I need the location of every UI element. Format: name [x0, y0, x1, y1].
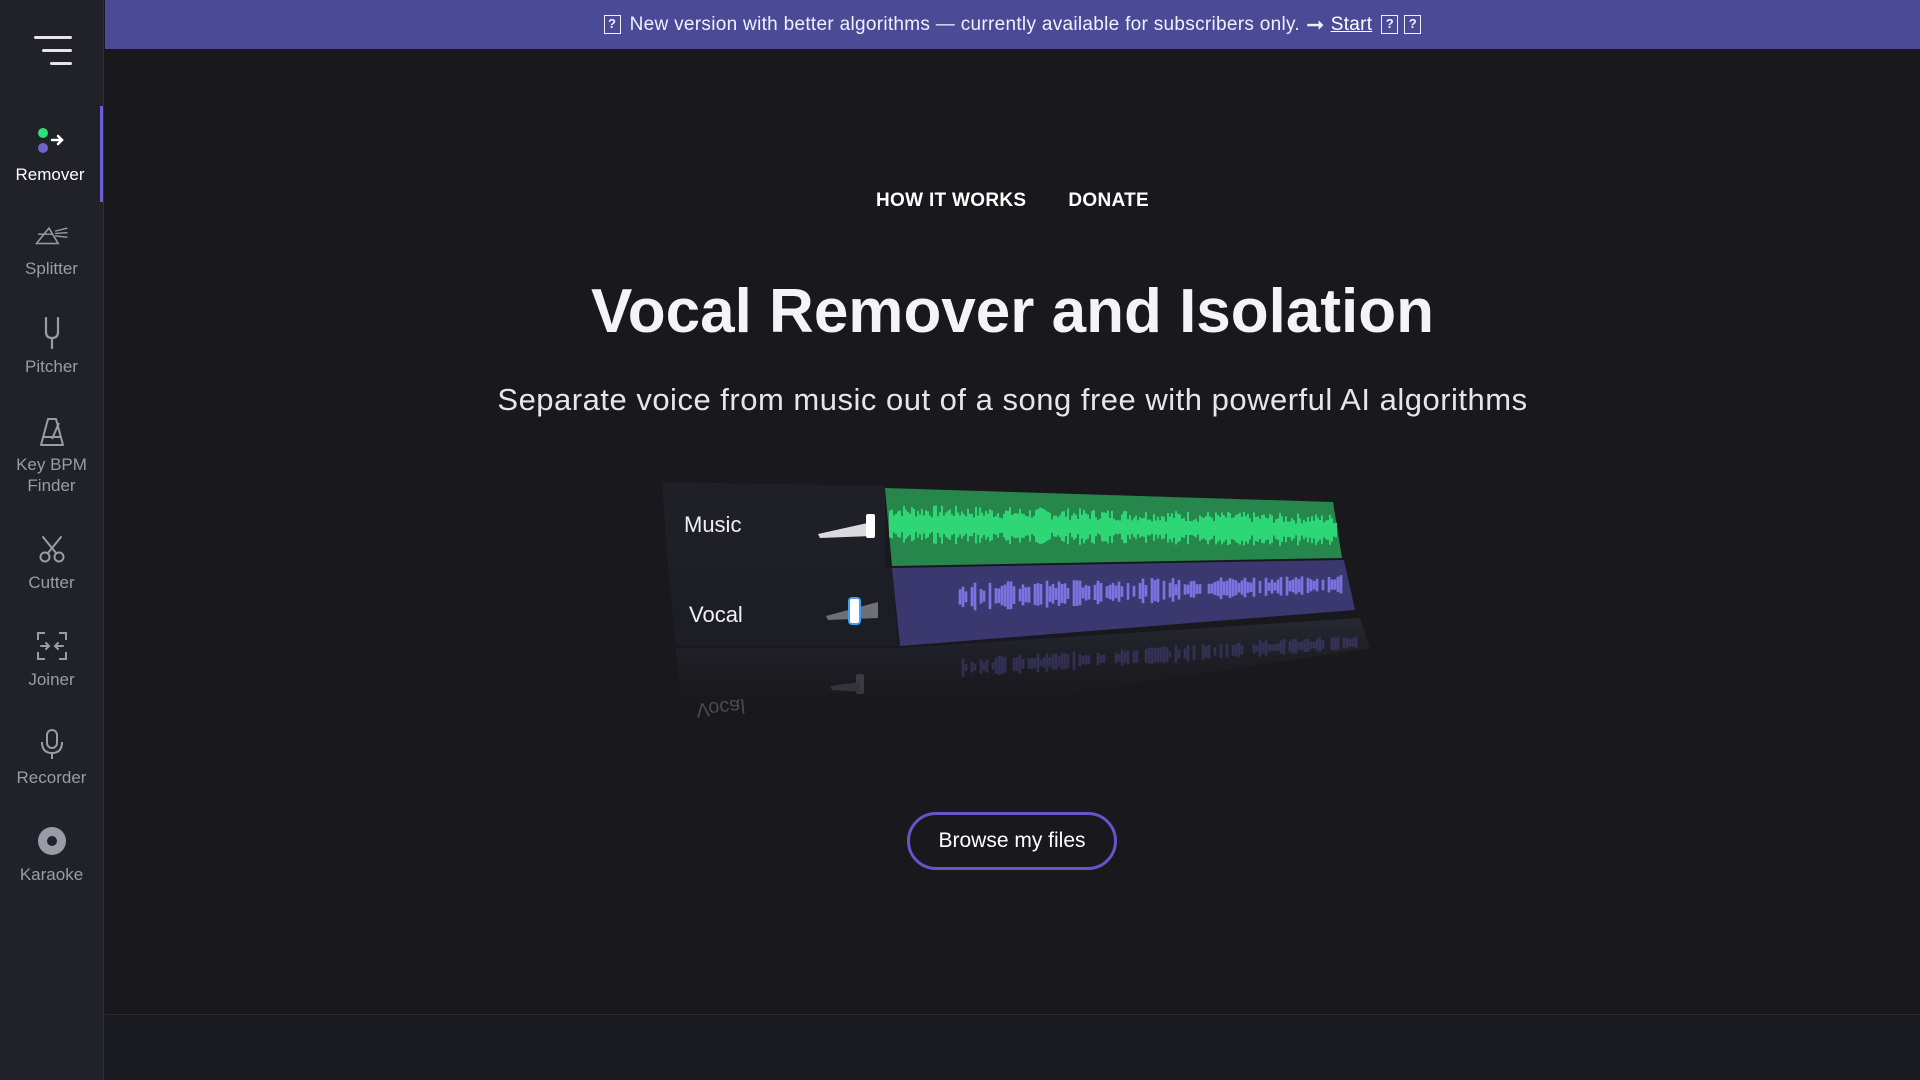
metronome-icon: [35, 414, 69, 448]
sidebar-item-karaoke[interactable]: Karaoke: [0, 824, 103, 885]
track-mixer-illustration: Vocal Music Vocal: [660, 478, 1380, 728]
hamburger-menu-icon[interactable]: [32, 36, 72, 68]
sidebar-item-label: Pitcher: [25, 357, 78, 376]
microphone-icon: [35, 727, 69, 761]
browse-files-button[interactable]: Browse my files: [907, 812, 1117, 870]
sidebar-item-label: Remover: [15, 165, 85, 184]
sidebar-item-pitcher[interactable]: Pitcher: [0, 316, 103, 377]
banner-text: New version with better algorithms — cur…: [629, 13, 1300, 35]
music-slider-handle: [866, 514, 875, 538]
tuning-fork-icon: [35, 316, 69, 350]
start-link[interactable]: Start: [1331, 14, 1373, 36]
music-track-label: Music: [684, 512, 742, 537]
vocal-slider-handle: [848, 597, 861, 625]
unknown-glyph-icon: ?: [1381, 15, 1399, 34]
sidebar: Remover Splitter Pitcher Key BPM Finder: [0, 0, 104, 1080]
sidebar-item-cutter[interactable]: Cutter: [0, 532, 103, 593]
sidebar-item-splitter[interactable]: Splitter: [0, 218, 103, 279]
how-it-works-link[interactable]: HOW IT WORKS: [876, 190, 1026, 212]
sidebar-item-joiner[interactable]: Joiner: [0, 629, 103, 690]
sidebar-item-remover[interactable]: Remover: [0, 106, 103, 202]
sidebar-item-label: Cutter: [28, 573, 75, 592]
mixer-graphic: Vocal: [662, 482, 1370, 721]
page-subtitle: Separate voice from music out of a song …: [497, 382, 1528, 417]
joiner-icon: [35, 629, 69, 663]
page-title: Vocal Remover and Isolation: [591, 277, 1434, 346]
arrow-right-icon: ➞: [1306, 11, 1325, 37]
sidebar-item-label: Karaoke: [19, 865, 84, 884]
unknown-glyph-icon: ?: [603, 15, 621, 34]
unknown-glyph-icon: ?: [1404, 15, 1422, 34]
sidebar-item-label: Recorder: [16, 768, 87, 787]
top-nav: HOW IT WORKS DONATE: [105, 190, 1920, 212]
scissors-icon: [35, 532, 69, 566]
karaoke-disc-icon: [35, 824, 69, 858]
donate-link[interactable]: DONATE: [1068, 190, 1149, 212]
sidebar-item-label: Splitter: [25, 259, 78, 278]
sidebar-item-recorder[interactable]: Recorder: [0, 727, 103, 788]
footer-area: [105, 1015, 1920, 1080]
sidebar-item-label: Key BPM Finder: [16, 455, 87, 495]
sidebar-item-label: Joiner: [28, 670, 75, 689]
splitter-icon: [34, 218, 69, 252]
vocal-track-label: Vocal: [689, 602, 743, 627]
remover-icon: [33, 124, 67, 158]
sidebar-item-key-bpm-finder[interactable]: Key BPM Finder: [0, 414, 103, 496]
announcement-banner: ? New version with better algorithms — c…: [105, 0, 1920, 49]
